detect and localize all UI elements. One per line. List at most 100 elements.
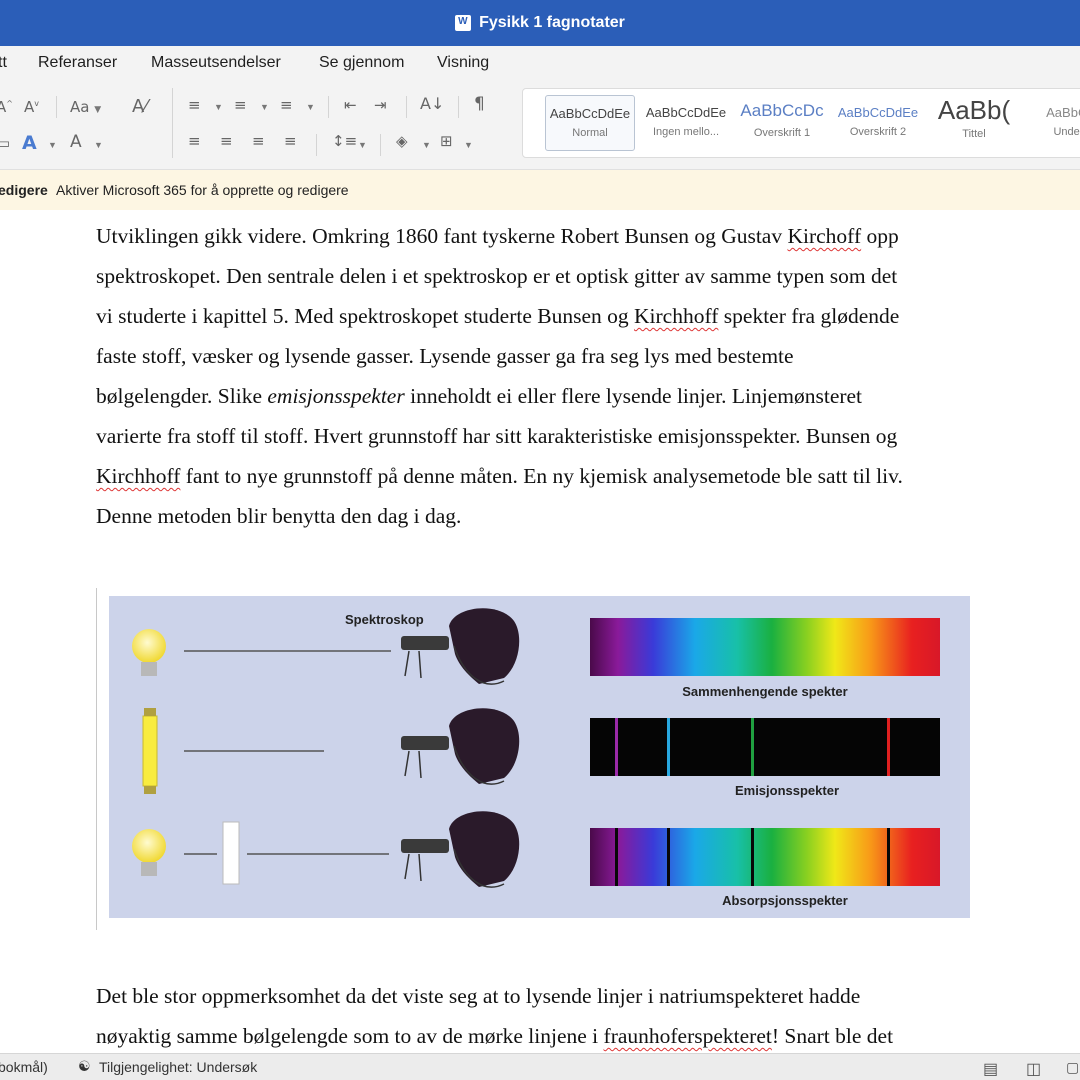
emission-line bbox=[667, 718, 670, 776]
style-sample: AaBbCcDdEe bbox=[837, 105, 919, 120]
align-right-icon[interactable]: ≡ bbox=[252, 132, 265, 150]
borders-icon[interactable]: ⊞ bbox=[440, 132, 453, 150]
style-name: Normal bbox=[572, 127, 608, 139]
text-line: nøyaktig samme bølgelengde som to av de … bbox=[96, 1024, 893, 1049]
style-normal[interactable]: AaBbCcDdEe Normal bbox=[545, 95, 635, 151]
light-bulb-icon bbox=[132, 829, 166, 863]
show-formatting-marks-icon[interactable]: ¶ bbox=[474, 94, 485, 114]
misspelled-word[interactable]: Kirchhoff bbox=[96, 464, 180, 488]
document-canvas[interactable]: Utviklingen gikk videre. Omkring 1860 fa… bbox=[0, 210, 1080, 1053]
ribbon-divider bbox=[172, 88, 173, 158]
font-shrink-icon[interactable]: Av bbox=[24, 98, 39, 116]
multilevel-list-icon[interactable]: ≡ bbox=[280, 96, 293, 114]
align-center-icon[interactable]: ≡ bbox=[220, 132, 233, 150]
figure-image: Spektroskop Sammenhengende spekter Emisj… bbox=[109, 596, 970, 918]
spectra-figure[interactable]: Spektroskop Sammenhengende spekter Emisj… bbox=[96, 588, 976, 930]
format-painter-icon[interactable]: ▭ bbox=[0, 134, 10, 152]
ribbon-tabs: tt Referanser Masseutsendelser Se gjenno… bbox=[0, 46, 1080, 82]
decrease-indent-icon[interactable]: ⇤ bbox=[344, 96, 357, 114]
style-undertittel[interactable]: AaBbCc Undert bbox=[1025, 95, 1080, 151]
continuous-spectrum-label: Sammenhengende spekter bbox=[682, 684, 847, 699]
observer-2 bbox=[401, 708, 520, 785]
light-bulb-icon bbox=[132, 629, 166, 663]
paragraph-2[interactable]: Det ble stor oppmerksomhet da det viste … bbox=[96, 984, 996, 1053]
text-effects-icon[interactable]: A bbox=[22, 132, 37, 154]
emission-line bbox=[887, 718, 890, 776]
shading-icon[interactable]: ◈ bbox=[396, 132, 408, 150]
bullets-icon[interactable]: ≡ bbox=[188, 96, 201, 114]
accessibility-status[interactable]: Tilgjengelighet: Undersøk bbox=[99, 1059, 257, 1075]
font-grow-icon[interactable]: A^ bbox=[0, 98, 13, 116]
text-run: fant to nye grunnstoff på denne måten. E… bbox=[180, 464, 903, 488]
text-line: Utviklingen gikk videre. Omkring 1860 fa… bbox=[96, 224, 899, 249]
absorption-spectrum-label: Absorpsjonsspekter bbox=[722, 893, 848, 908]
head-silhouette bbox=[449, 608, 520, 684]
style-overskrift-2[interactable]: AaBbCcDdEe Overskrift 2 bbox=[833, 95, 923, 151]
chevron-down-icon[interactable]: ▼ bbox=[422, 140, 431, 150]
align-left-icon[interactable]: ≡ bbox=[188, 132, 201, 150]
text-run: nøyaktig samme bølgelengde som to av de … bbox=[96, 1024, 604, 1048]
line-spacing-icon[interactable]: ↕≡ bbox=[332, 132, 357, 150]
tab-partial[interactable]: tt bbox=[0, 54, 7, 72]
lamp-row-3 bbox=[132, 821, 389, 885]
accessibility-icon: ☯ bbox=[78, 1059, 91, 1075]
style-overskrift-1[interactable]: AaBbCcDc Overskrift 1 bbox=[737, 95, 827, 151]
misspelled-word[interactable]: fraunhoferspekteret bbox=[604, 1024, 772, 1048]
tab-visning[interactable]: Visning bbox=[437, 54, 489, 72]
font-color-icon[interactable]: A bbox=[70, 132, 82, 152]
print-layout-icon[interactable]: ▤ bbox=[983, 1059, 998, 1079]
bulb-base bbox=[141, 862, 157, 876]
style-sample: AaBbCcDdEe bbox=[549, 106, 631, 121]
focus-mode-icon[interactable]: ▢ bbox=[1066, 1059, 1079, 1076]
chevron-down-icon[interactable]: ▼ bbox=[358, 140, 367, 150]
continuous-spectrum bbox=[590, 618, 940, 676]
increase-indent-icon[interactable]: ⇥ bbox=[374, 96, 387, 114]
tab-masseutsendelser[interactable]: Masseutsendelser bbox=[151, 54, 281, 72]
clear-formatting-icon[interactable]: A⁄ bbox=[132, 96, 147, 117]
style-sample: AaBbCc bbox=[1046, 105, 1080, 120]
tab-se-gjennom[interactable]: Se gjennom bbox=[319, 54, 404, 72]
banner-left-label[interactable]: edigere bbox=[0, 182, 48, 198]
style-name: Ingen mello... bbox=[652, 126, 720, 138]
spectroscope-icon bbox=[401, 736, 449, 750]
web-layout-icon[interactable]: ◫ bbox=[1026, 1059, 1041, 1079]
chevron-down-icon[interactable]: ▼ bbox=[48, 140, 57, 150]
language-status[interactable]: bokmål) bbox=[0, 1059, 48, 1075]
style-sample: AaBbCcDdEe bbox=[645, 105, 727, 120]
style-tittel[interactable]: AaBb( Tittel bbox=[929, 95, 1019, 151]
head-silhouette bbox=[449, 708, 520, 784]
style-name: Tittel bbox=[962, 128, 986, 140]
ribbon-divider bbox=[56, 96, 57, 118]
justify-icon[interactable]: ≡ bbox=[284, 132, 297, 150]
spectroscope-label: Spektroskop bbox=[345, 612, 424, 627]
ribbon-divider bbox=[380, 134, 381, 156]
absorbing-tube-icon bbox=[222, 821, 240, 885]
text-run: ! Snart ble det bbox=[771, 1024, 894, 1048]
tab-referanser[interactable]: Referanser bbox=[38, 54, 117, 72]
style-name: Overskrift 1 bbox=[753, 127, 811, 139]
figure-left-border bbox=[96, 588, 97, 930]
misspelled-word[interactable]: Kirchhoff bbox=[634, 304, 718, 328]
ribbon-divider bbox=[406, 96, 407, 118]
text-line: Denne metoden blir benytta den dag i dag… bbox=[96, 504, 462, 528]
paragraph-1[interactable]: Utviklingen gikk videre. Omkring 1860 fa… bbox=[96, 224, 996, 544]
chevron-down-icon[interactable]: ▼ bbox=[306, 102, 315, 112]
text-run: bølgelengder. Slike bbox=[96, 384, 268, 408]
numbering-icon[interactable]: ≡ bbox=[234, 96, 247, 114]
emission-spectrum-label: Emisjonsspekter bbox=[735, 783, 839, 798]
style-ingen-mellomrom[interactable]: AaBbCcDdEe Ingen mello... bbox=[641, 95, 731, 151]
misspelled-word[interactable]: Kirchoff bbox=[787, 224, 861, 248]
ribbon-divider bbox=[328, 96, 329, 118]
change-case-button[interactable]: Aa ▼ bbox=[70, 98, 101, 116]
tube-cap bbox=[144, 786, 156, 794]
chevron-down-icon[interactable]: ▼ bbox=[214, 102, 223, 112]
text-line: faste stoff, væsker og lysende gasser. L… bbox=[96, 344, 794, 368]
chevron-down-icon[interactable]: ▼ bbox=[94, 140, 103, 150]
tube-cap bbox=[144, 708, 156, 716]
absorption-line bbox=[751, 828, 754, 886]
chevron-down-icon[interactable]: ▼ bbox=[464, 140, 473, 150]
change-case-label: Aa bbox=[70, 98, 90, 116]
chevron-down-icon[interactable]: ▼ bbox=[260, 102, 269, 112]
notification-banner: edigere Aktiver Microsoft 365 for å oppr… bbox=[0, 170, 1080, 210]
sort-icon[interactable]: A↓ bbox=[420, 94, 444, 113]
